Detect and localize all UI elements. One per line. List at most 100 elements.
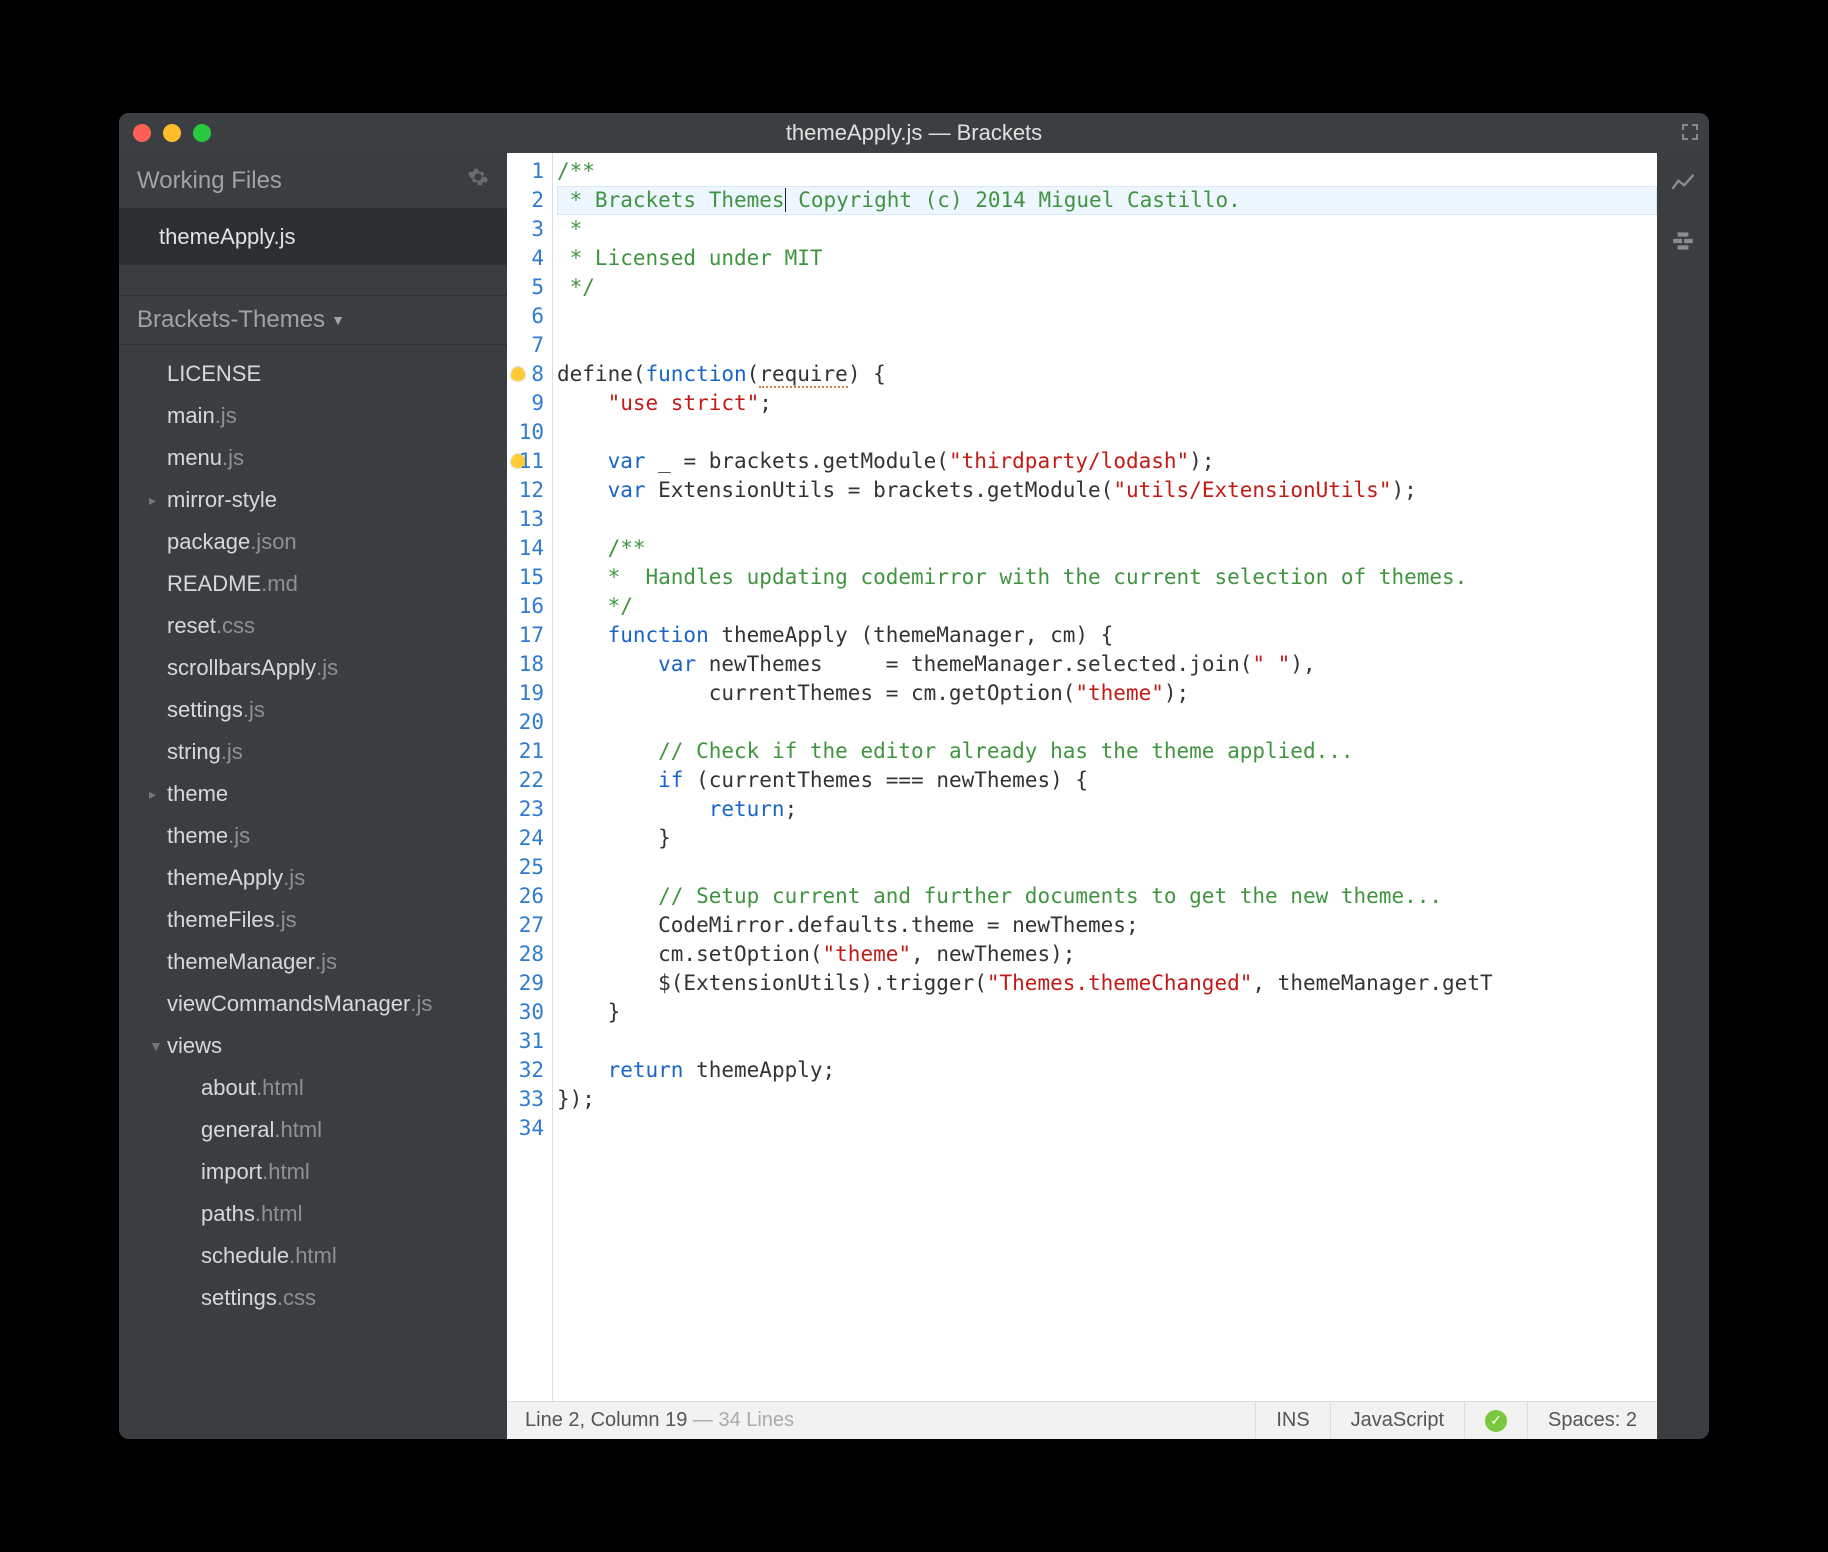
code-line[interactable]: * Brackets Themes Copyright (c) 2014 Mig… [557,186,1657,215]
code-line[interactable] [557,1027,1657,1056]
tree-file[interactable]: settings.js [119,689,507,731]
expand-icon[interactable] [1681,123,1699,146]
line-number: 17 [507,621,544,650]
code-line[interactable]: */ [557,273,1657,302]
code-line[interactable]: }); [557,1085,1657,1114]
tree-item-name: settings [201,1285,277,1311]
tree-file[interactable]: reset.css [119,605,507,647]
tree-file[interactable]: theme.js [119,815,507,857]
tree-item-name: about [201,1075,256,1101]
tree-file[interactable]: import.html [119,1151,507,1193]
code-line[interactable]: } [557,824,1657,853]
working-file-active[interactable]: themeApply.js [119,209,507,265]
tree-file[interactable]: scrollbarsApply.js [119,647,507,689]
line-number: 13 [507,505,544,534]
status-spaces[interactable]: Spaces: 2 [1527,1402,1657,1439]
tree-folder[interactable]: ▸theme [119,773,507,815]
tree-item-name: LICENSE [167,361,261,387]
tree-file[interactable]: about.html [119,1067,507,1109]
code-line[interactable]: "use strict"; [557,389,1657,418]
tree-item-ext: .js [222,445,244,471]
tree-file[interactable]: viewCommandsManager.js [119,983,507,1025]
status-cursor[interactable]: Line 2, Column 19 — 34 Lines [507,1409,794,1432]
line-number: 14 [507,534,544,563]
line-number: 4 [507,244,544,273]
tree-item-ext: .html [289,1243,337,1269]
tree-item-ext: .css [277,1285,316,1311]
tree-folder[interactable]: ▼views [119,1025,507,1067]
lightbulb-icon[interactable] [511,367,525,381]
tree-item-name: README [167,571,261,597]
tree-file[interactable]: LICENSE [119,353,507,395]
titlebar: themeApply.js — Brackets [119,113,1709,153]
live-preview-icon[interactable] [1669,169,1697,202]
code-line[interactable]: return; [557,795,1657,824]
line-number-gutter: 1234567891011121314151617181920212223242… [507,153,553,1401]
code-line[interactable]: define(function(require) { [557,360,1657,389]
gear-icon[interactable] [467,166,489,195]
code-line[interactable] [557,418,1657,447]
tree-file[interactable]: string.js [119,731,507,773]
code-line[interactable]: CodeMirror.defaults.theme = newThemes; [557,911,1657,940]
tree-file[interactable]: schedule.html [119,1235,507,1277]
app-body: Working Files themeApply.js Brackets-The… [119,153,1709,1439]
tree-file[interactable]: general.html [119,1109,507,1151]
code-line[interactable]: var ExtensionUtils = brackets.getModule(… [557,476,1657,505]
tree-item-name: themeApply [167,865,283,891]
code-line[interactable]: */ [557,592,1657,621]
tree-file[interactable]: paths.html [119,1193,507,1235]
tree-folder[interactable]: ▸mirror-style [119,479,507,521]
line-number: 5 [507,273,544,302]
code-line[interactable]: // Check if the editor already has the t… [557,737,1657,766]
code-line[interactable]: * Handles updating codemirror with the c… [557,563,1657,592]
code-line[interactable] [557,331,1657,360]
code-line[interactable] [557,302,1657,331]
tree-file[interactable]: menu.js [119,437,507,479]
tree-file[interactable]: main.js [119,395,507,437]
code-line[interactable]: cm.setOption("theme", newThemes); [557,940,1657,969]
line-number: 15 [507,563,544,592]
status-language[interactable]: JavaScript [1330,1402,1464,1439]
status-ins[interactable]: INS [1255,1402,1329,1439]
tree-file[interactable]: package.json [119,521,507,563]
tree-item-ext: .js [228,823,250,849]
line-number: 26 [507,882,544,911]
tree-file[interactable]: README.md [119,563,507,605]
editor[interactable]: 1234567891011121314151617181920212223242… [507,153,1657,1401]
working-file-name: themeApply.js [159,224,296,250]
line-number: 18 [507,650,544,679]
code-line[interactable] [557,1114,1657,1143]
code-content[interactable]: /** * Brackets Themes Copyright (c) 2014… [553,153,1657,1401]
working-files-label: Working Files [137,167,282,195]
file-tree[interactable]: LICENSE main.jsmenu.js▸mirror-stylepackag… [119,345,507,1439]
code-line[interactable]: * Licensed under MIT [557,244,1657,273]
code-line[interactable]: currentThemes = cm.getOption("theme"); [557,679,1657,708]
code-line[interactable]: $(ExtensionUtils).trigger("Themes.themeC… [557,969,1657,998]
code-line[interactable]: // Setup current and further documents t… [557,882,1657,911]
code-line[interactable]: if (currentThemes === newThemes) { [557,766,1657,795]
project-header[interactable]: Brackets-Themes ▼ [119,295,507,345]
code-line[interactable]: return themeApply; [557,1056,1657,1085]
tree-item-ext: .js [275,907,297,933]
lightbulb-icon[interactable] [511,454,525,468]
tree-file[interactable]: themeApply.js [119,857,507,899]
code-line[interactable]: /** [557,534,1657,563]
code-line[interactable] [557,853,1657,882]
line-number: 27 [507,911,544,940]
tree-file[interactable]: settings.css [119,1277,507,1319]
code-line[interactable]: * [557,215,1657,244]
tree-file[interactable]: themeManager.js [119,941,507,983]
line-number: 6 [507,302,544,331]
code-line[interactable]: function themeApply (themeManager, cm) { [557,621,1657,650]
tree-item-name: schedule [201,1243,289,1269]
code-line[interactable]: } [557,998,1657,1027]
tree-file[interactable]: themeFiles.js [119,899,507,941]
extension-manager-icon[interactable] [1670,228,1696,259]
line-number: 9 [507,389,544,418]
status-lint[interactable]: ✓ [1464,1402,1527,1439]
code-line[interactable]: var newThemes = themeManager.selected.jo… [557,650,1657,679]
code-line[interactable]: /** [557,157,1657,186]
code-line[interactable]: var _ = brackets.getModule("thirdparty/l… [557,447,1657,476]
code-line[interactable] [557,505,1657,534]
code-line[interactable] [557,708,1657,737]
